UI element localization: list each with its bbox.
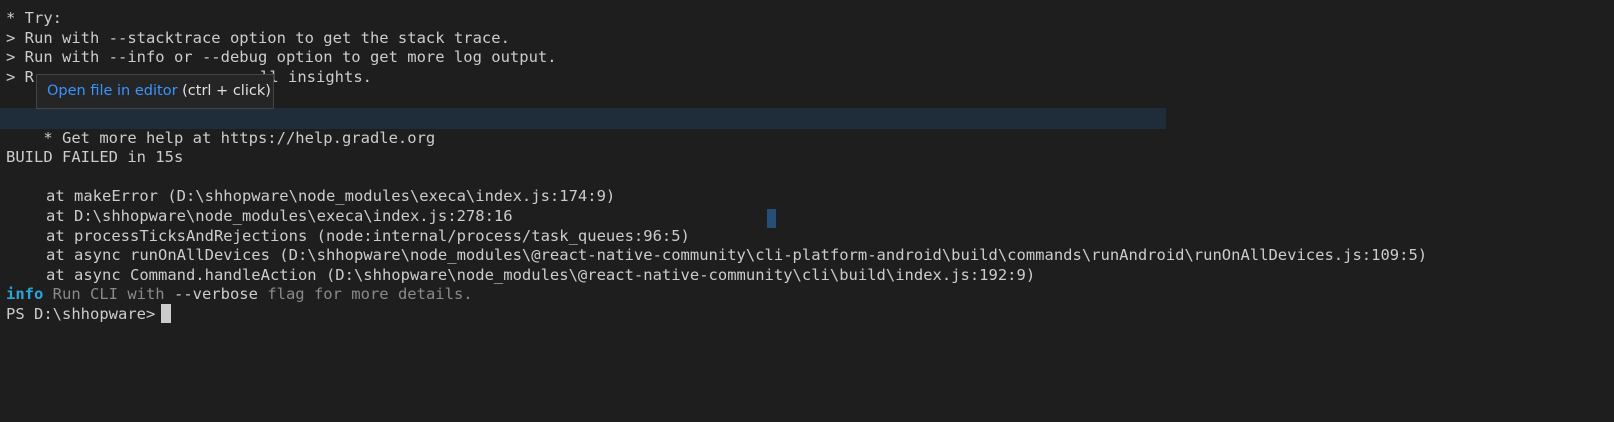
- open-file-in-editor-link[interactable]: Open file in editor: [47, 83, 178, 99]
- gradle-help-link[interactable]: * Get more help at https://help.gradle.o…: [43, 129, 435, 147]
- stack-frame-link[interactable]: at D:\shhopware\node_modules\execa\index…: [46, 206, 513, 226]
- gradle-help-link-line[interactable]: * Get more help at https://help.gradle.o…: [6, 108, 435, 147]
- info-label: info: [6, 285, 44, 303]
- stack-frame-link[interactable]: at processTicksAndRejections (node:inter…: [46, 226, 690, 246]
- open-file-tooltip: Open file in editor (ctrl + click): [36, 74, 274, 109]
- stack-frame-link[interactable]: at async Command.handleAction (D:\shhopw…: [46, 265, 1035, 285]
- terminal-line: > Run with --info or --debug option to g…: [6, 48, 557, 66]
- info-line: info Run CLI with --verbose flag for mor…: [6, 284, 473, 304]
- verbose-flag: --verbose: [173, 285, 258, 303]
- terminal-line: * Try:: [6, 9, 62, 27]
- cursor-marker: [767, 209, 776, 228]
- info-text-before: Run CLI with: [43, 285, 174, 303]
- stack-frame-link[interactable]: at makeError (D:\shhopware\node_modules\…: [46, 186, 615, 206]
- text-cursor: [161, 304, 172, 323]
- tooltip-shortcut-hint: (ctrl + click): [177, 83, 271, 99]
- terminal-panel[interactable]: * Try: > Run with --stacktrace option to…: [0, 0, 1614, 422]
- info-text-after: flag for more details.: [257, 285, 473, 303]
- terminal-line-partial: > R: [6, 68, 34, 86]
- terminal-line-partial: ll insights.: [260, 68, 372, 86]
- prompt-line[interactable]: PS D:\shhopware>: [6, 304, 172, 324]
- stack-frame-link[interactable]: at async runOnAllDevices (D:\shhopware\n…: [46, 245, 1427, 265]
- shell-prompt: PS D:\shhopware>: [6, 305, 156, 323]
- build-status-line: BUILD FAILED in 15s: [6, 148, 184, 166]
- terminal-line: > Run with --stacktrace option to get th…: [6, 29, 510, 47]
